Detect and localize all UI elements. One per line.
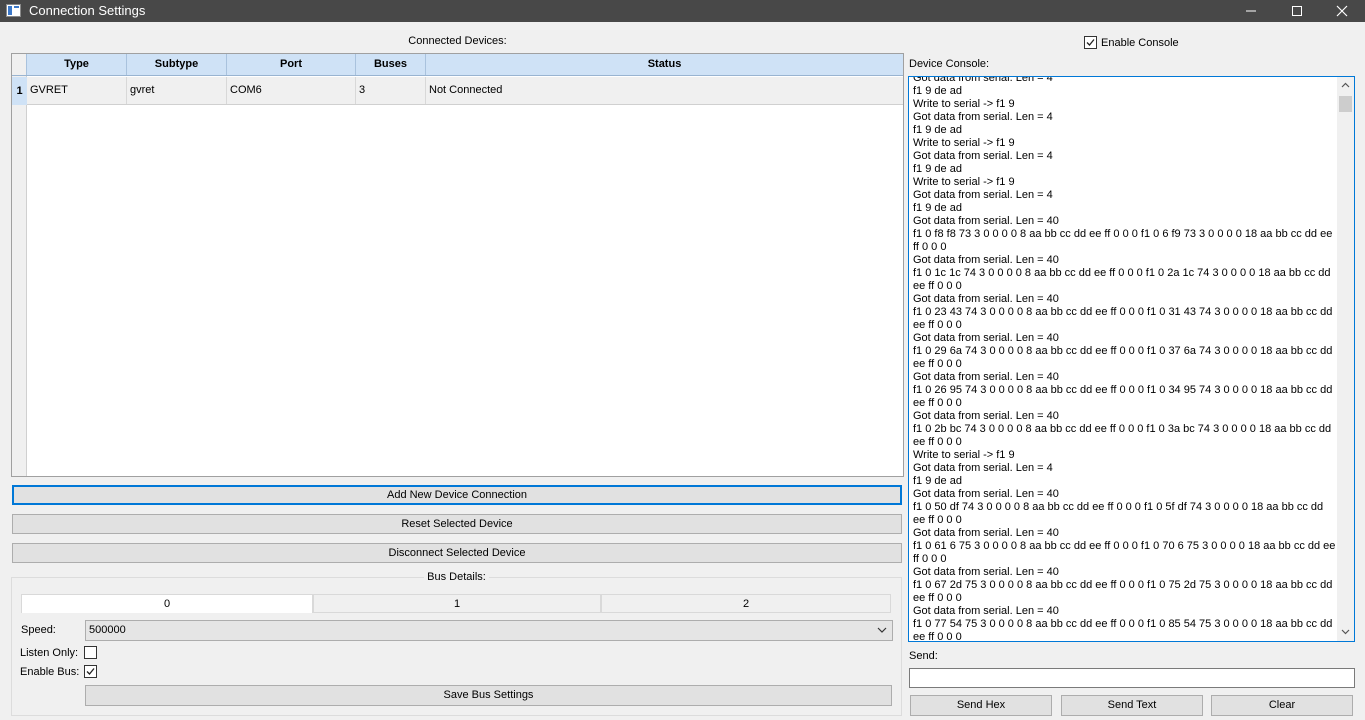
bus-details-heading-text: Bus Details:	[424, 571, 489, 583]
console-line: Got data from serial. Len = 4	[913, 150, 1053, 162]
console-line: Write to serial -> f1 9	[913, 137, 1015, 149]
console-line: Got data from serial. Len = 4	[913, 111, 1053, 123]
corner-cell	[12, 54, 27, 75]
device-console[interactable]: Got data from serial. Len = 4 f1 9 de ad W…	[908, 76, 1355, 642]
reset-device-button[interactable]: Reset Selected Device	[12, 514, 902, 534]
speed-value: 500000	[89, 624, 126, 636]
console-line: f1 0 f8 f8 73 3 0 0 0 0 8 aa bb cc dd ee…	[913, 228, 1336, 253]
console-line: f1 0 26 95 74 3 0 0 0 0 8 aa bb cc dd ee…	[913, 384, 1336, 409]
console-line: f1 0 1c 1c 74 3 0 0 0 0 8 aa bb cc dd ee…	[913, 267, 1334, 292]
save-bus-settings-button[interactable]: Save Bus Settings	[85, 685, 892, 706]
console-line: Got data from serial. Len = 40	[913, 605, 1059, 617]
column-header-buses[interactable]: Buses	[356, 54, 426, 75]
chevron-down-icon	[877, 627, 887, 633]
cell-status[interactable]: Not Connected	[426, 77, 903, 104]
row-header-column	[12, 76, 27, 476]
enable-bus-label: Enable Bus:	[20, 666, 80, 678]
console-line: Write to serial -> f1 9	[913, 176, 1015, 188]
add-device-button[interactable]: Add New Device Connection	[12, 485, 902, 505]
row-number[interactable]: 1	[12, 77, 27, 105]
console-line: Got data from serial. Len = 40	[913, 410, 1059, 422]
clear-button[interactable]: Clear	[1211, 695, 1353, 716]
send-hex-button[interactable]: Send Hex	[910, 695, 1052, 716]
cell-type[interactable]: GVRET	[27, 77, 127, 104]
cell-subtype[interactable]: gvret	[127, 77, 227, 104]
scroll-thumb[interactable]	[1339, 96, 1352, 112]
speed-select[interactable]: 500000	[85, 620, 893, 641]
maximize-button[interactable]	[1274, 0, 1320, 22]
enable-console-checkbox[interactable]	[1084, 36, 1097, 49]
console-line: Got data from serial. Len = 4	[913, 189, 1053, 201]
checkmark-icon	[1086, 39, 1095, 46]
console-line: Got data from serial. Len = 40	[913, 488, 1059, 500]
console-line: Got data from serial. Len = 40	[913, 293, 1059, 305]
speed-label: Speed:	[21, 624, 56, 636]
console-line: Got data from serial. Len = 4	[913, 76, 1053, 84]
minimize-button[interactable]	[1228, 0, 1274, 22]
device-console-label: Device Console:	[909, 58, 990, 70]
console-output: Got data from serial. Len = 4 f1 9 de ad W…	[913, 76, 1338, 642]
app-icon	[6, 4, 21, 17]
send-label: Send:	[909, 650, 938, 662]
enable-console-label: Enable Console	[1101, 37, 1179, 49]
disconnect-device-button[interactable]: Disconnect Selected Device	[12, 543, 902, 563]
console-line: f1 9 de ad	[913, 163, 962, 175]
console-line: f1 0 23 43 74 3 0 0 0 0 8 aa bb cc dd ee…	[913, 306, 1336, 331]
title-bar: Connection Settings	[0, 0, 1365, 22]
listen-only-checkbox[interactable]	[84, 646, 97, 659]
close-button[interactable]	[1319, 0, 1365, 22]
cell-buses[interactable]: 3	[356, 77, 426, 104]
maximize-icon	[1292, 6, 1302, 16]
scroll-down-icon	[1341, 629, 1350, 635]
console-line: Got data from serial. Len = 40	[913, 527, 1059, 539]
table-row[interactable]: GVRET gvret COM6 3 Not Connected	[27, 77, 903, 105]
console-line: Got data from serial. Len = 40	[913, 254, 1059, 266]
console-line: f1 0 67 2d 75 3 0 0 0 0 8 aa bb cc dd ee…	[913, 579, 1336, 604]
console-line: f1 9 de ad	[913, 202, 962, 214]
console-line: f1 0 2b bc 74 3 0 0 0 0 8 aa bb cc dd ee…	[913, 423, 1335, 448]
console-line: f1 9 de ad	[913, 85, 962, 97]
console-line: f1 9 de ad	[913, 475, 962, 487]
send-text-button[interactable]: Send Text	[1061, 695, 1203, 716]
tab-bus-0[interactable]: 0	[21, 594, 313, 613]
console-scrollbar[interactable]	[1337, 77, 1354, 641]
tab-bus-1[interactable]: 1	[313, 594, 601, 613]
scroll-up-icon	[1341, 82, 1350, 88]
listen-only-label: Listen Only:	[20, 647, 79, 659]
column-header-subtype[interactable]: Subtype	[127, 54, 227, 75]
devices-table[interactable]: Type Subtype Port Buses Status 1 GVRET g…	[11, 53, 904, 477]
checkmark-icon	[86, 668, 95, 675]
console-line: f1 0 61 6 75 3 0 0 0 0 8 aa bb cc dd ee …	[913, 540, 1336, 565]
tab-bus-2[interactable]: 2	[601, 594, 891, 613]
connected-devices-heading: Connected Devices:	[408, 35, 507, 47]
close-icon	[1336, 5, 1348, 17]
column-header-port[interactable]: Port	[227, 54, 356, 75]
minimize-icon	[1246, 10, 1256, 12]
column-header-status[interactable]: Status	[426, 54, 903, 75]
bus-details-heading: Bus Details:	[11, 571, 902, 583]
console-line: Write to serial -> f1 9	[913, 449, 1015, 461]
column-header-type[interactable]: Type	[27, 54, 127, 75]
console-line: Got data from serial. Len = 40	[913, 332, 1059, 344]
console-line: Got data from serial. Len = 40	[913, 566, 1059, 578]
window-title: Connection Settings	[29, 3, 146, 18]
cell-port[interactable]: COM6	[227, 77, 356, 104]
table-header: Type Subtype Port Buses Status	[12, 54, 903, 76]
console-line: Got data from serial. Len = 40	[913, 371, 1059, 383]
console-line: f1 0 50 df 74 3 0 0 0 0 8 aa bb cc dd ee…	[913, 501, 1327, 526]
console-line: f1 0 29 6a 74 3 0 0 0 0 8 aa bb cc dd ee…	[913, 345, 1336, 370]
console-line: Write to serial -> f1 9	[913, 98, 1015, 110]
console-line: f1 0 77 54 75 3 0 0 0 0 8 aa bb cc dd ee…	[913, 618, 1336, 642]
console-line: Got data from serial. Len = 40	[913, 215, 1059, 227]
console-line: Got data from serial. Len = 4	[913, 462, 1053, 474]
send-input[interactable]	[909, 668, 1355, 688]
console-line: f1 9 de ad	[913, 124, 962, 136]
enable-bus-checkbox[interactable]	[84, 665, 97, 678]
